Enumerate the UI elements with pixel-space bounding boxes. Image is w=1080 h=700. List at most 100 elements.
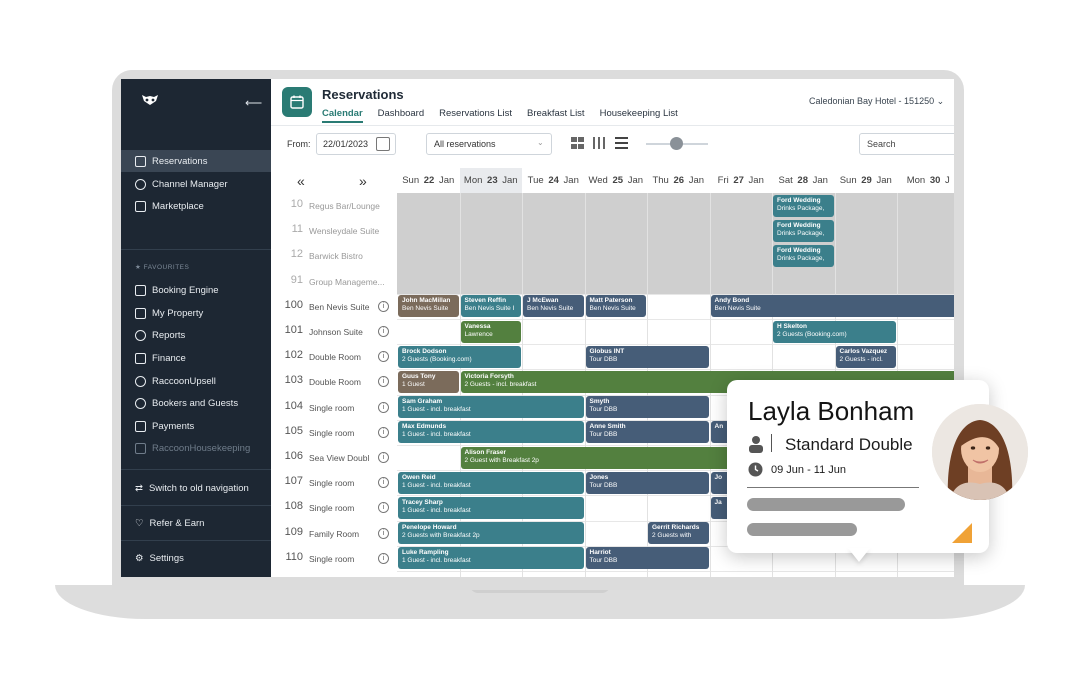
raccoon-logo-icon[interactable] bbox=[141, 93, 159, 111]
card-icon bbox=[135, 420, 146, 432]
reservation-block[interactable]: John MacMillan Ben Nevis Suite bbox=[398, 295, 459, 318]
day-header[interactable]: Sat 28 Jan bbox=[772, 168, 835, 193]
reservation-block[interactable]: Gerrit Richards 2 Guests with bbox=[648, 522, 709, 545]
block-view-icon[interactable] bbox=[571, 137, 584, 149]
room-name[interactable]: Barwick Bistro bbox=[309, 251, 395, 261]
reservation-block[interactable]: Vanessa Lawrence bbox=[460, 320, 521, 343]
tab-bar: Calendar Dashboard Reservations List Bre… bbox=[322, 108, 678, 123]
sidebar-item-my-property[interactable]: My Property bbox=[121, 302, 271, 324]
room-name[interactable]: Single room bbox=[309, 478, 375, 488]
tab-reservations-list[interactable]: Reservations List bbox=[439, 108, 512, 123]
previous-period-button[interactable]: « bbox=[297, 173, 305, 189]
room-name[interactable]: Double Room bbox=[309, 377, 375, 387]
reservation-block[interactable]: Luke Rampling 1 Guest - incl. breakfast bbox=[398, 547, 584, 570]
date-picker-icon[interactable] bbox=[376, 137, 390, 151]
room-info-icon[interactable]: i bbox=[378, 426, 389, 438]
room-name[interactable]: Single room bbox=[309, 503, 375, 513]
tab-breakfast-list[interactable]: Breakfast List bbox=[527, 108, 585, 123]
room-info-icon[interactable]: i bbox=[378, 376, 389, 388]
sidebar-item-raccoonupsell[interactable]: RaccoonUpsell bbox=[121, 370, 271, 392]
room-info-icon[interactable]: i bbox=[378, 326, 389, 337]
day-header[interactable]: Wed 25 Jan bbox=[585, 168, 648, 193]
room-info-icon[interactable]: i bbox=[378, 351, 389, 363]
room-info-icon[interactable]: i bbox=[378, 527, 389, 539]
room-name[interactable]: Sea View Doubl bbox=[309, 453, 375, 463]
zoom-slider-handle[interactable] bbox=[670, 137, 683, 150]
sidebar-item-payments[interactable]: Payments bbox=[121, 415, 271, 437]
reservation-block[interactable]: Max Edmunds 1 Guest - incl. breakfast bbox=[398, 421, 584, 444]
day-header[interactable]: Mon 30 J bbox=[897, 168, 954, 193]
room-name[interactable]: Family Room bbox=[309, 529, 375, 539]
reservation-block[interactable]: Owen Reid 1 Guest - incl. breakfast bbox=[398, 471, 584, 494]
tab-dashboard[interactable]: Dashboard bbox=[378, 108, 424, 123]
room-info-icon[interactable]: i bbox=[378, 452, 389, 463]
day-header[interactable]: Sun 29 Jan bbox=[835, 168, 898, 193]
collapse-sidebar-icon[interactable]: ⟵ bbox=[245, 96, 262, 110]
list-view-icon[interactable] bbox=[615, 137, 628, 149]
room-name[interactable]: Single room bbox=[309, 554, 375, 564]
day-header[interactable]: Tue 24 Jan bbox=[522, 168, 585, 193]
room-info-icon[interactable]: i bbox=[378, 300, 389, 312]
reservation-block[interactable]: Tracey Sharp 1 Guest - incl. breakfast bbox=[398, 496, 584, 520]
reservation-block[interactable]: Steven Reffin Ben Nevis Suite I bbox=[460, 295, 521, 318]
reservation-filter-select[interactable]: All reservations bbox=[426, 133, 552, 155]
day-header[interactable]: Sun 22 Jan bbox=[397, 168, 460, 193]
reservation-block[interactable]: Andy Bond Ben Nevis Suite bbox=[710, 295, 954, 318]
switch-navigation-link[interactable]: ⇄ Switch to old navigation bbox=[121, 477, 271, 499]
reservation-block[interactable]: Ford Wedding Drinks Package, bbox=[773, 244, 834, 268]
reservation-block[interactable]: Anne Smith Tour DBB bbox=[585, 421, 709, 444]
finance-icon bbox=[135, 352, 146, 364]
room-info-icon[interactable]: i bbox=[378, 502, 389, 514]
sidebar-item-channel-manager[interactable]: Channel Manager bbox=[121, 173, 271, 195]
sidebar-item-reports[interactable]: Reports bbox=[121, 324, 271, 346]
chevron-down-icon: ⌄ bbox=[936, 96, 945, 106]
blocked-row bbox=[397, 268, 954, 294]
day-header[interactable]: Fri 27 Jan bbox=[710, 168, 773, 193]
reservation-block[interactable]: J McEwan Ben Nevis Suite bbox=[523, 295, 584, 318]
reservation-block[interactable]: Guus Tony 1 Guest bbox=[398, 370, 459, 394]
column-view-icon[interactable] bbox=[593, 137, 606, 149]
room-name[interactable]: Regus Bar/Lounge bbox=[309, 201, 395, 211]
grid-icon bbox=[135, 200, 146, 212]
sidebar-item-finance[interactable]: Finance bbox=[121, 347, 271, 369]
refer-and-earn-link[interactable]: ♡ Refer & Earn bbox=[121, 512, 271, 534]
reservation-block[interactable]: Jones Tour DBB bbox=[585, 471, 709, 494]
room-info-icon[interactable]: i bbox=[378, 401, 389, 413]
room-info-icon[interactable]: i bbox=[378, 552, 389, 564]
reservation-block[interactable]: Globus INT Tour DBB bbox=[585, 345, 709, 368]
sidebar-item-raccoonhousekeeping[interactable]: RaccoonHousekeeping bbox=[121, 437, 271, 459]
day-header[interactable]: Mon 23 Jan bbox=[459, 168, 522, 193]
settings-link[interactable]: ⚙ Settings bbox=[121, 547, 271, 569]
search-input[interactable]: Search bbox=[859, 133, 954, 155]
reservation-block[interactable]: Matt Paterson Ben Nevis Suite bbox=[585, 295, 646, 318]
reservation-block[interactable]: Ford Wedding Drinks Package, bbox=[773, 219, 834, 242]
user-icon bbox=[749, 436, 763, 453]
reservation-block[interactable]: Sam Graham 1 Guest - incl. breakfast bbox=[398, 396, 584, 419]
room-name[interactable]: Double Room bbox=[309, 352, 375, 362]
reservation-block[interactable]: H Skelton 2 Guests (Booking.com) bbox=[773, 320, 896, 343]
tab-calendar[interactable]: Calendar bbox=[322, 108, 363, 123]
reservation-block[interactable]: Penelope Howard 2 Guests with Breakfast 2… bbox=[398, 522, 584, 545]
hotel-selector[interactable]: Caledonian Bay Hotel - 151250 ⌄ bbox=[809, 96, 944, 107]
room-name[interactable]: Wensleydale Suite bbox=[309, 226, 395, 236]
room-number: 91 bbox=[290, 273, 303, 286]
day-header[interactable]: Thu 26 Jan bbox=[647, 168, 710, 193]
reservation-block[interactable]: Ford Wedding Drinks Package, bbox=[773, 194, 834, 217]
reservation-block[interactable]: Brock Dodson 2 Guests (Booking.com) bbox=[398, 345, 521, 368]
room-name[interactable]: Ben Nevis Suite bbox=[309, 302, 375, 312]
room-name[interactable]: Group Manageme... bbox=[309, 277, 395, 287]
sidebar-item-booking-engine[interactable]: Booking Engine bbox=[121, 279, 271, 301]
tab-housekeeping-list[interactable]: Housekeeping List bbox=[600, 108, 678, 123]
room-name[interactable]: Johnson Suite bbox=[309, 327, 375, 337]
sidebar-item-marketplace[interactable]: Marketplace bbox=[121, 195, 271, 217]
reservation-block[interactable]: Carlos Vazquez 2 Guests - incl. bbox=[835, 345, 896, 368]
reservation-block[interactable]: Alison Fraser 2 Guest with Breakfast 2p bbox=[460, 446, 771, 469]
reservation-block[interactable]: Smyth Tour DBB bbox=[585, 396, 709, 419]
room-name[interactable]: Single room bbox=[309, 403, 375, 413]
sidebar-item-bookers-and-guests[interactable]: Bookers and Guests bbox=[121, 392, 271, 414]
room-info-icon[interactable]: i bbox=[378, 477, 389, 489]
room-name[interactable]: Single room bbox=[309, 428, 375, 438]
sidebar-item-reservations[interactable]: Reservations bbox=[121, 150, 271, 172]
next-period-button[interactable]: » bbox=[359, 173, 367, 189]
reservation-block[interactable]: Harriot Tour DBB bbox=[585, 547, 709, 570]
